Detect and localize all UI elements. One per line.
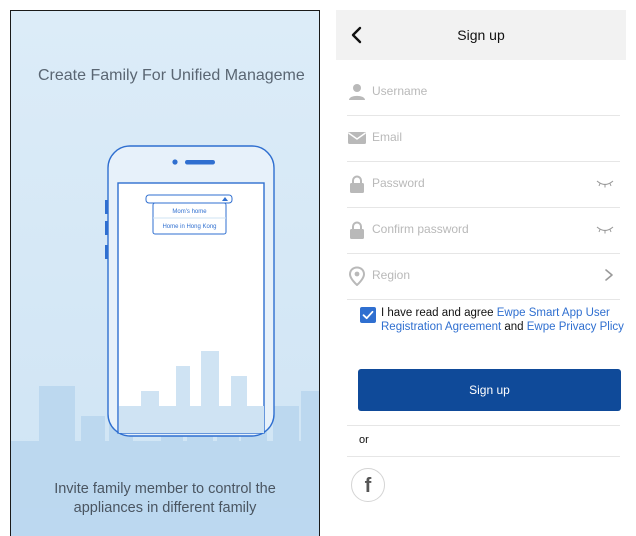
person-icon <box>349 84 365 100</box>
page-title: Sign up <box>457 27 505 43</box>
agree-checkbox[interactable] <box>360 307 376 323</box>
facebook-icon: f <box>365 475 372 497</box>
privacy-policy-link[interactable]: Ewpe Privacy Plicy <box>527 321 624 333</box>
onboarding-footer: Invite family member to control the appl… <box>11 480 319 518</box>
email-field[interactable] <box>347 115 620 162</box>
divider <box>347 425 620 426</box>
mail-icon <box>348 132 366 144</box>
dropdown-item-2: Home in Hong Kong <box>162 224 216 230</box>
agreement-middle: and <box>501 321 527 333</box>
region-placeholder: Region <box>372 268 411 282</box>
agreement-text: I have read and agree Ewpe Smart App Use… <box>381 306 626 334</box>
email-input[interactable] <box>372 127 572 147</box>
lock-icon <box>350 221 364 239</box>
footer-line-2: appliances in different family <box>73 500 257 516</box>
checkmark-icon <box>362 310 374 320</box>
header-bar: Sign up <box>336 10 626 60</box>
onboarding-panel: Create Family For Unified Manageme Mom's… <box>10 10 320 536</box>
facebook-login-button[interactable]: f <box>351 468 385 502</box>
divider <box>347 456 620 457</box>
signup-panel: Sign up Username Email Region I have rea… <box>336 10 626 536</box>
password-input[interactable] <box>372 173 572 193</box>
signup-button[interactable]: Sign up <box>358 369 621 411</box>
username-field[interactable] <box>347 69 620 116</box>
agreement-prefix: I have read and agree <box>381 307 497 319</box>
eye-closed-icon[interactable] <box>596 178 614 188</box>
phone-outline <box>107 145 275 437</box>
confirm-password-input[interactable] <box>372 219 572 239</box>
phone-skyline-illustration: Mom's home Home in Hong Kong <box>11 145 319 536</box>
facebook-glyph: f <box>365 475 372 497</box>
chevron-right-icon[interactable] <box>604 268 614 282</box>
username-input[interactable] <box>372 81 572 101</box>
location-pin-icon <box>348 266 366 286</box>
lock-icon <box>350 175 364 193</box>
or-label: or <box>359 434 369 446</box>
password-field[interactable] <box>347 161 620 208</box>
footer-line-1: Invite family member to control the <box>54 481 276 497</box>
dropdown-item-1: Mom's home <box>172 209 207 215</box>
confirm-password-field[interactable] <box>347 207 620 254</box>
region-field[interactable]: Region <box>347 253 620 300</box>
eye-closed-icon[interactable] <box>596 224 614 234</box>
